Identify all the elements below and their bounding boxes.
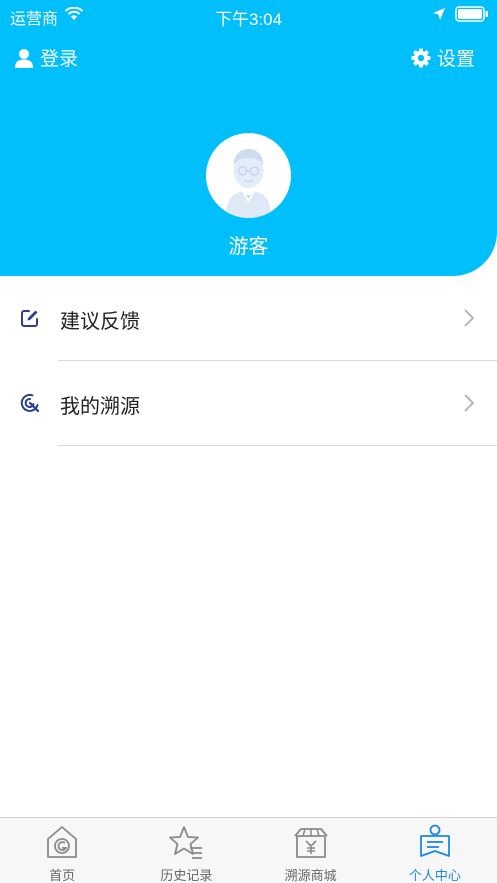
battery-icon [455, 6, 488, 22]
chevron-right-icon [464, 309, 475, 327]
tab-home[interactable]: 首页 [0, 818, 124, 883]
tab-history[interactable]: 历史记录 [124, 818, 248, 883]
username-label: 游客 [228, 236, 269, 258]
tab-label: 个人中心 [408, 868, 461, 883]
default-avatar-icon [226, 149, 271, 218]
shop-icon [293, 828, 328, 858]
divider [58, 445, 497, 446]
trace-icon [20, 393, 40, 413]
tab-shop[interactable]: 溯源商城 [249, 818, 373, 883]
bottom-tab-bar: 首页 历史记录 溯源商城 个人中心 [0, 817, 497, 883]
login-button[interactable]: 登录 [14, 44, 78, 71]
home-icon [47, 826, 78, 858]
location-arrow-icon [433, 8, 445, 20]
tab-label: 历史记录 [160, 868, 213, 883]
settings-label: 设置 [436, 49, 475, 70]
menu-item-my-trace[interactable]: 我的溯源 [0, 361, 497, 446]
menu-item-label: 建议反馈 [60, 311, 140, 333]
chevron-right-icon [464, 394, 475, 412]
menu-item-feedback[interactable]: 建议反馈 [0, 276, 497, 361]
status-time: 下午3:04 [214, 10, 283, 29]
tab-label: 首页 [49, 868, 76, 883]
status-bar: 运营商 下午3:04 [0, 0, 497, 29]
avatar[interactable] [206, 133, 291, 218]
profile-icon [419, 824, 450, 857]
edit-icon [21, 310, 38, 327]
profile-header: 运营商 下午3:04 登录 设置 游客 [0, 0, 497, 276]
tab-profile[interactable]: 个人中心 [373, 818, 497, 883]
tab-label: 溯源商城 [284, 868, 337, 883]
profile-menu: 建议反馈 我的溯源 [0, 276, 497, 446]
user-icon [15, 48, 33, 68]
settings-button[interactable]: 设置 [411, 44, 475, 71]
history-star-icon [169, 826, 203, 859]
login-label: 登录 [40, 49, 79, 70]
gear-icon [411, 48, 431, 67]
menu-item-label: 我的溯源 [60, 396, 140, 418]
